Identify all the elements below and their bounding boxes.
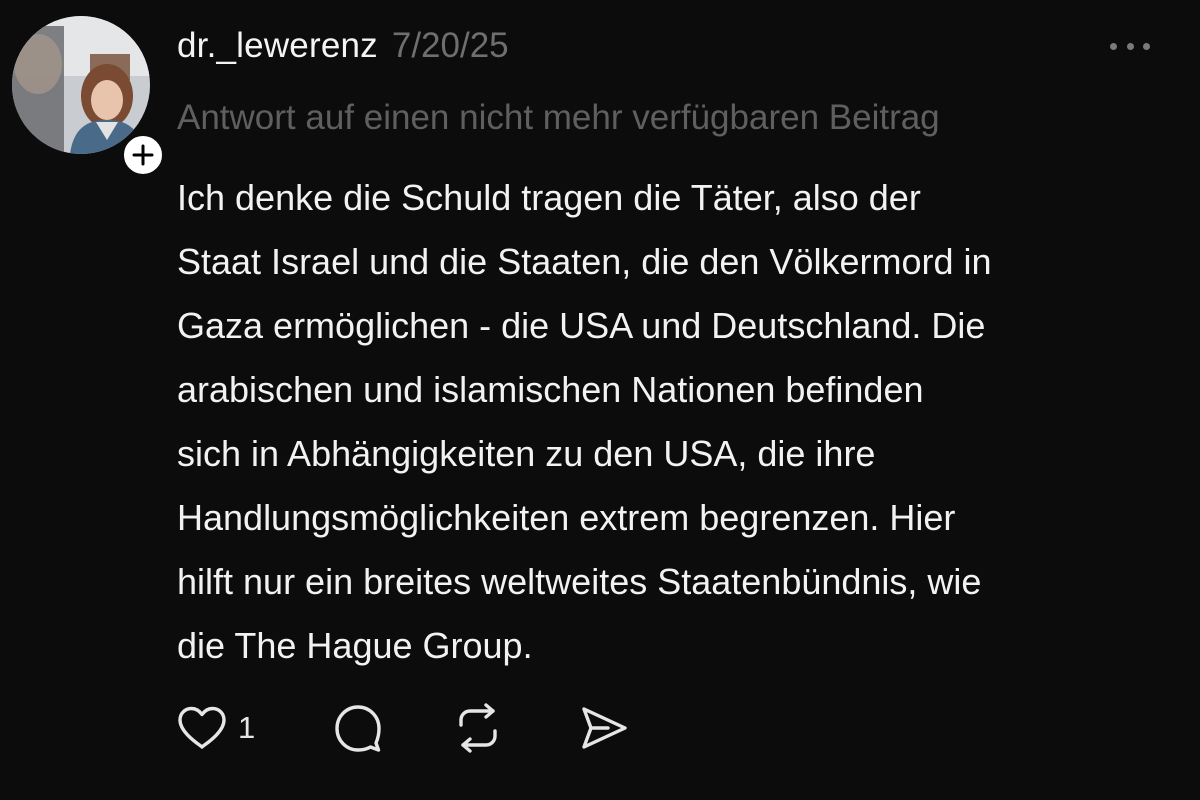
username[interactable]: dr._lewerenz [177, 26, 378, 66]
more-horizontal-icon [1143, 42, 1150, 50]
more-horizontal-icon [1126, 42, 1134, 50]
timestamp: 7/20/25 [391, 26, 509, 65]
post-body: Ich denke die Schuld tragen die Täter, a… [177, 166, 1167, 678]
heart-icon [178, 706, 226, 749]
post-body-line: Ich denke die Schuld tragen die Täter, a… [177, 177, 921, 218]
reply-button[interactable] [332, 702, 452, 754]
post-body-line: die The Hague Group. [177, 625, 533, 666]
share-button[interactable] [578, 702, 630, 754]
author-avatar-container[interactable] [12, 16, 166, 178]
avatar[interactable] [12, 16, 150, 154]
more-options-button[interactable] [1110, 34, 1150, 58]
speech-bubble-icon [335, 705, 381, 752]
post-body-line: sich in Abhängigkeiten zu den USA, die i… [177, 433, 876, 474]
repost-icon [459, 703, 497, 753]
thread-post: dr._lewerenz 7/20/25 Antwort auf einen n… [0, 0, 1200, 800]
post-body-line: arabischen und islamischen Nationen befi… [177, 369, 924, 410]
like-button[interactable]: 1 [176, 705, 332, 751]
follow-button[interactable] [120, 132, 166, 178]
more-horizontal-icon [1110, 42, 1117, 50]
avatar-image [12, 16, 150, 154]
like-count: 1 [238, 710, 256, 745]
repost-button[interactable] [452, 702, 578, 754]
post-actions: 1 [176, 700, 630, 756]
post-body-line: Handlungsmöglichkeiten extrem begrenzen.… [177, 497, 956, 538]
send-icon [582, 707, 627, 749]
post-body-line: hilft nur ein breites weltweites Staaten… [177, 561, 982, 602]
post-body-line: Gaza ermöglichen - die USA und Deutschla… [177, 305, 986, 346]
post-header: dr._lewerenz 7/20/25 [177, 26, 509, 66]
reply-context: Antwort auf einen nicht mehr verfügbaren… [177, 98, 940, 137]
plus-icon [132, 144, 154, 166]
post-body-line: Staat Israel und die Staaten, die den Vö… [177, 241, 992, 282]
